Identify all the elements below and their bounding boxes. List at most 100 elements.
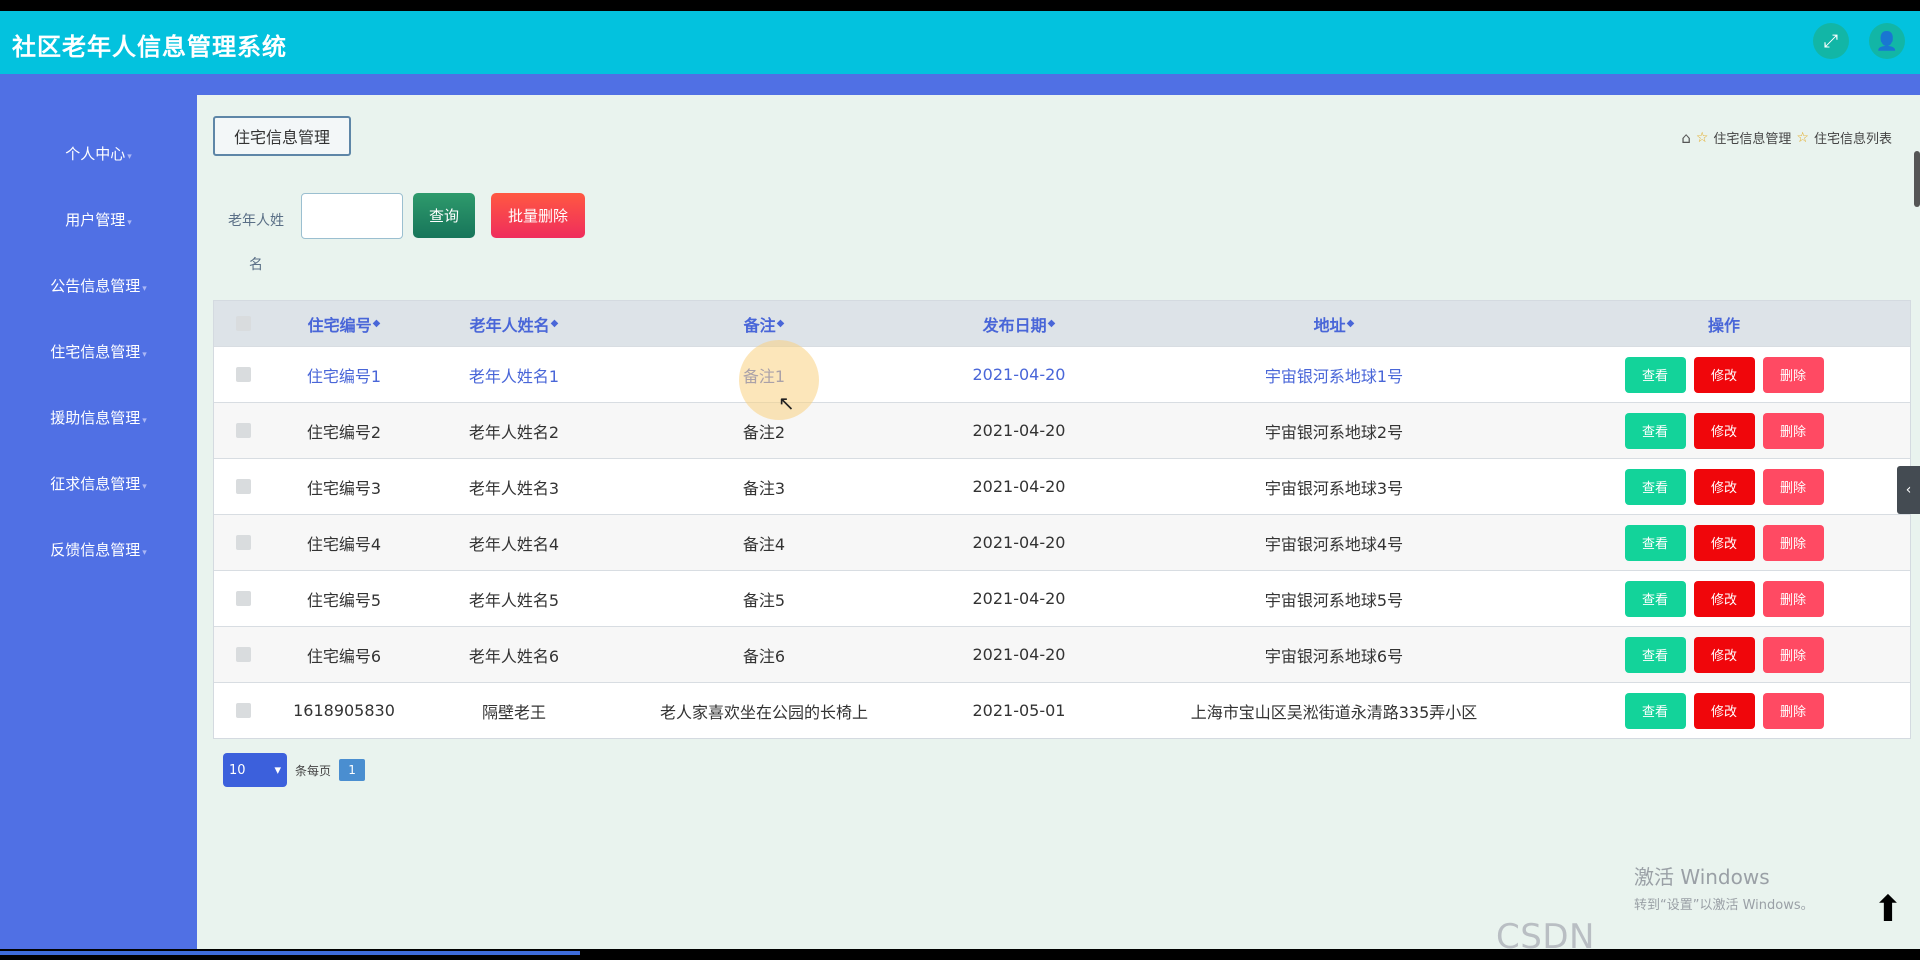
elder-name-input[interactable] <box>301 193 403 239</box>
sort-icon: ◆ <box>1047 318 1056 329</box>
delete-button[interactable]: 删除 <box>1762 636 1824 673</box>
delete-button[interactable]: 删除 <box>1762 580 1824 617</box>
csdn-watermark: CSDN @nodejava666666 <box>1496 917 1595 949</box>
address-cell: 宇宙银河系地球2号 <box>1264 422 1404 442</box>
sidebar-item-housing-management[interactable]: 住宅信息管理 ▾ <box>0 341 197 362</box>
delete-button[interactable]: 删除 <box>1762 524 1824 561</box>
delete-button[interactable]: 删除 <box>1762 356 1824 393</box>
caret-down-icon: ▾ <box>127 152 132 162</box>
view-button[interactable]: 查看 <box>1624 356 1686 393</box>
page-number-button[interactable]: 1 <box>339 759 366 781</box>
edit-button[interactable]: 修改 <box>1693 356 1755 393</box>
breadcrumb-item[interactable]: 住宅信息管理 <box>1713 128 1791 147</box>
row-checkbox[interactable] <box>228 515 258 570</box>
breadcrumb: ⌂ ☆ 住宅信息管理 ☆ 住宅信息列表 <box>1681 128 1892 148</box>
page-title-tag[interactable]: 住宅信息管理 <box>213 116 351 156</box>
sidebar-item-solicit-management[interactable]: 征求信息管理 ▾ <box>0 473 197 494</box>
elder-name-cell: 老年人姓名2 <box>468 422 560 442</box>
header-elder-name[interactable]: 老年人姓名 ◆ <box>424 301 604 346</box>
mouse-cursor-icon: ↖ <box>778 391 795 415</box>
batch-delete-button[interactable]: 批量删除 <box>491 193 585 238</box>
sidebar-item-aid-management[interactable]: 援助信息管理 ▾ <box>0 407 197 428</box>
page-size-select[interactable]: 10 ▾ <box>223 753 287 787</box>
elder-name-cell: 老年人姓名4 <box>468 534 560 554</box>
view-button[interactable]: 查看 <box>1624 636 1686 673</box>
house-no-cell: 住宅编号1 <box>306 366 382 386</box>
header-house-no[interactable]: 住宅编号 ◆ <box>274 301 414 346</box>
row-actions: 查看 修改 删除 <box>1594 403 1854 458</box>
delete-button[interactable]: 删除 <box>1762 468 1824 505</box>
table-row: 住宅编号4 老年人姓名4 备注4 2021-04-20 宇宙银河系地球4号 查看… <box>214 514 1910 570</box>
sidebar-item-personal-center[interactable]: 个人中心 ▾ <box>0 143 197 164</box>
query-button[interactable]: 查询 <box>413 193 475 238</box>
house-no-cell: 1618905830 <box>293 701 395 720</box>
date-cell: 2021-04-20 <box>972 645 1066 664</box>
house-no-cell: 住宅编号5 <box>306 590 382 610</box>
user-icon: 👤 <box>1875 30 1899 52</box>
view-button[interactable]: 查看 <box>1624 580 1686 617</box>
caret-down-icon: ▾ <box>142 416 147 426</box>
windows-activation-watermark: 激活 Windows 转到“设置”以激活 Windows。 <box>1634 865 1814 913</box>
row-checkbox[interactable] <box>228 683 258 738</box>
view-button[interactable]: 查看 <box>1624 468 1686 505</box>
sidebar-item-label: 公告信息管理 <box>50 277 141 295</box>
main-content: 住宅信息管理 ⌂ ☆ 住宅信息管理 ☆ 住宅信息列表 老年人姓名 查询 批量删除… <box>197 95 1920 949</box>
app-window: 社区老年人信息管理系统 ⤢ 👤 个人中心 ▾ 用户管理 ▾ 公告信息管理 ▾ 住宅信息… <box>0 11 1920 949</box>
sidebar-item-label: 反馈信息管理 <box>50 541 141 559</box>
star-icon: ☆ <box>1796 129 1809 146</box>
delete-button[interactable]: 删除 <box>1762 412 1824 449</box>
housing-table: 住宅编号 ◆ 老年人姓名 ◆ 备注 ◆ 发布日期 ◆ 地址 ◆ 操作 住宅编号1 老年人姓… <box>213 300 1911 739</box>
elder-name-cell: 隔壁老王 <box>481 702 546 722</box>
table-row: 住宅编号1 老年人姓名1 备注1 2021-04-20 宇宙银河系地球1号 查看… <box>214 346 1910 402</box>
caret-down-icon: ▾ <box>142 482 147 492</box>
edit-button[interactable]: 修改 <box>1693 412 1755 449</box>
address-cell: 宇宙银河系地球1号 <box>1264 366 1404 386</box>
row-checkbox[interactable] <box>228 571 258 626</box>
row-checkbox[interactable] <box>228 627 258 682</box>
edit-button[interactable]: 修改 <box>1693 636 1755 673</box>
table-row: 1618905830 隔壁老王 老人家喜欢坐在公园的长椅上 2021-05-01… <box>214 682 1910 738</box>
row-actions: 查看 修改 删除 <box>1594 459 1854 514</box>
header-note[interactable]: 备注 ◆ <box>614 301 914 346</box>
sidebar: 个人中心 ▾ 用户管理 ▾ 公告信息管理 ▾ 住宅信息管理 ▾ 援助信息管理 ▾ 征求信息… <box>0 95 197 949</box>
view-button[interactable]: 查看 <box>1624 412 1686 449</box>
address-cell: 宇宙银河系地球5号 <box>1264 590 1404 610</box>
fullscreen-button[interactable]: ⤢ <box>1813 23 1849 59</box>
delete-button[interactable]: 删除 <box>1762 692 1824 729</box>
sidebar-item-user-management[interactable]: 用户管理 ▾ <box>0 209 197 230</box>
header-address[interactable]: 地址 ◆ <box>1124 301 1544 346</box>
caret-down-icon: ▾ <box>142 350 147 360</box>
elder-name-cell: 老年人姓名3 <box>468 478 560 498</box>
row-checkbox[interactable] <box>228 403 258 458</box>
edit-button[interactable]: 修改 <box>1693 692 1755 729</box>
header-publish-date[interactable]: 发布日期 ◆ <box>924 301 1114 346</box>
row-actions: 查看 修改 删除 <box>1594 683 1854 738</box>
sidebar-item-label: 援助信息管理 <box>50 409 141 427</box>
note-cell: 备注5 <box>742 590 786 610</box>
sidebar-item-notice-management[interactable]: 公告信息管理 ▾ <box>0 275 197 296</box>
sidebar-item-label: 个人中心 <box>65 145 126 163</box>
elder-name-cell: 老年人姓名1 <box>468 366 560 386</box>
row-checkbox[interactable] <box>228 347 258 402</box>
row-checkbox[interactable] <box>228 459 258 514</box>
search-label: 老年人姓名 <box>228 213 284 273</box>
side-panel-toggle[interactable]: ‹ <box>1897 466 1920 514</box>
sidebar-item-label: 征求信息管理 <box>50 475 141 493</box>
edit-button[interactable]: 修改 <box>1693 580 1755 617</box>
edit-button[interactable]: 修改 <box>1693 468 1755 505</box>
home-icon[interactable]: ⌂ <box>1681 129 1691 147</box>
view-button[interactable]: 查看 <box>1624 692 1686 729</box>
caret-down-icon: ▾ <box>127 218 132 228</box>
view-button[interactable]: 查看 <box>1624 524 1686 561</box>
expand-icon: ⤢ <box>1823 30 1839 52</box>
select-all-checkbox[interactable] <box>228 301 258 346</box>
sort-icon: ◆ <box>1346 318 1355 329</box>
edit-button[interactable]: 修改 <box>1693 524 1755 561</box>
sidebar-item-feedback-management[interactable]: 反馈信息管理 ▾ <box>0 539 197 560</box>
chevron-down-icon: ▾ <box>274 762 281 778</box>
elder-name-cell: 老年人姓名6 <box>468 646 560 666</box>
header-actions: 操作 <box>1707 315 1740 335</box>
house-no-cell: 住宅编号3 <box>306 478 382 498</box>
user-button[interactable]: 👤 <box>1869 23 1905 59</box>
scrollbar-thumb[interactable] <box>1914 151 1920 207</box>
